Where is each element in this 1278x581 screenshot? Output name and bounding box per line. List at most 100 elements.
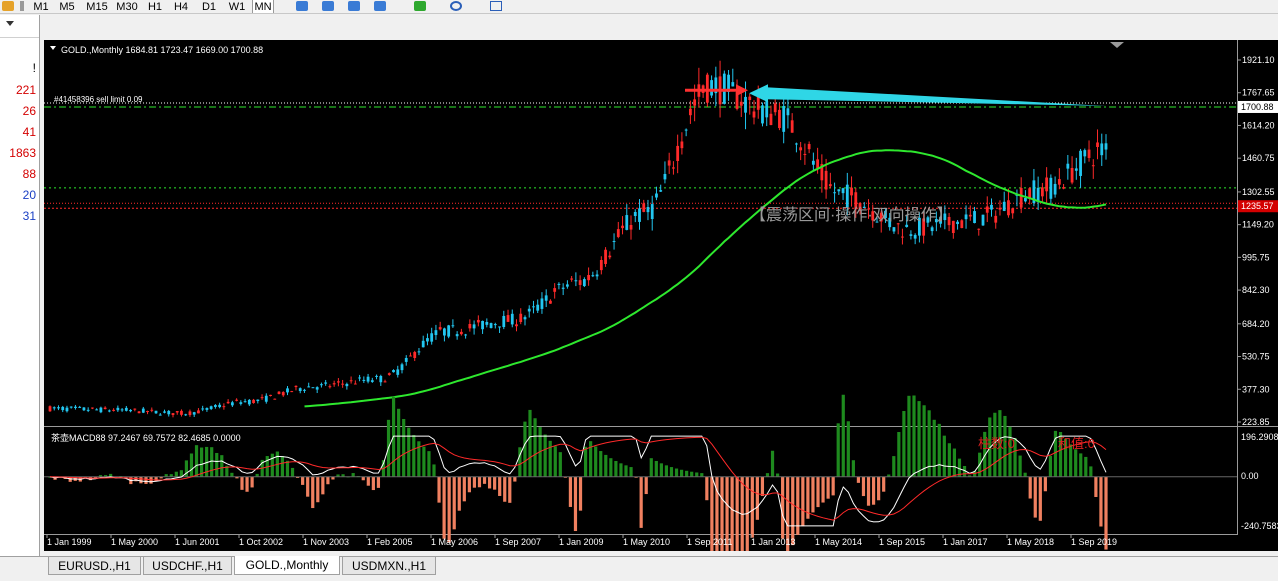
candle-body: [790, 120, 794, 133]
candle-body: [133, 408, 137, 410]
templates-icon[interactable]: [374, 1, 386, 11]
macd-histogram-bar: [614, 460, 618, 477]
add-indicator-icon[interactable]: [414, 1, 426, 11]
macd-histogram-bar: [1008, 426, 1012, 477]
macd-histogram-bar: [811, 476, 815, 513]
candle-body: [1049, 177, 1053, 199]
macd-histogram-bar: [912, 395, 916, 477]
macd-histogram-bar: [245, 476, 249, 492]
candle-body: [78, 406, 82, 408]
macd-histogram-bar: [871, 476, 876, 505]
macd-histogram-bar: [437, 476, 441, 503]
chart-candles-icon[interactable]: [322, 1, 334, 11]
zoom-icon[interactable]: [450, 1, 462, 11]
timeframe-mn[interactable]: MN: [252, 0, 274, 13]
candle-body: [816, 159, 820, 169]
macd-histogram-bar: [877, 476, 881, 501]
candle-body: [82, 407, 86, 411]
candle-body: [269, 394, 272, 397]
chart-window[interactable]: 1921.10 1767.65 1614.20 1460.75 1302.55 1149.…: [44, 40, 1278, 581]
folder-icon[interactable]: [2, 1, 14, 11]
chart-tab[interactable]: USDMXN.,H1: [342, 557, 436, 575]
candle-body: [1028, 188, 1032, 198]
timeframe-w1[interactable]: W1: [226, 0, 248, 13]
candle-body: [277, 391, 281, 394]
macd-histogram-bar: [316, 476, 320, 503]
chart-tab[interactable]: USDCHF.,H1: [143, 557, 232, 575]
chart-line-icon[interactable]: [348, 1, 360, 11]
chart-header: GOLD.,Monthly 1684.81 1723.47 1669.00 17…: [61, 45, 263, 55]
candle-body: [998, 207, 1002, 210]
candle-body: [400, 364, 404, 371]
macd-histogram-bar: [629, 467, 633, 477]
price-tick-label: 842.30: [1242, 285, 1270, 295]
macd-histogram-bar: [351, 473, 355, 477]
price-chart[interactable]: 1921.10 1767.65 1614.20 1460.75 1302.55 1149.…: [44, 40, 1278, 581]
candle-body: [778, 109, 781, 129]
candle-body: [1066, 163, 1070, 169]
timeframe-h4[interactable]: H4: [170, 0, 192, 13]
candle-body: [1011, 208, 1015, 214]
panel-value: 31: [22, 209, 36, 223]
candle-body: [642, 203, 646, 212]
macd-histogram-bar: [487, 476, 492, 489]
macd-histogram-bar: [174, 471, 178, 477]
candle-body: [107, 410, 111, 412]
macd-histogram-bar: [907, 395, 911, 477]
candle-body: [532, 306, 535, 308]
macd-histogram-bar: [821, 476, 825, 503]
macd-histogram-bar: [285, 460, 290, 477]
candle-body: [243, 401, 247, 403]
candle-body: [430, 333, 434, 342]
market-watch-panel: ! 221 26 41 1863 88 20 31: [0, 15, 40, 575]
macd-histogram-bar: [1038, 476, 1042, 521]
candle-body: [472, 324, 476, 329]
timeframe-m30[interactable]: M30: [114, 0, 140, 13]
candle-body: [688, 108, 692, 116]
date-tick-label: 1 Sep 2007: [495, 537, 541, 547]
price-badge-label: 1700.88: [1241, 102, 1274, 112]
chart-shift-marker[interactable]: [1110, 42, 1124, 48]
candle-body: [667, 160, 671, 166]
candle-body: [112, 409, 116, 411]
candles: [48, 60, 1108, 418]
candle-body: [345, 383, 349, 387]
timeframe-m15[interactable]: M15: [84, 0, 110, 13]
macd-histogram-bar: [917, 401, 921, 477]
date-tick-label: 1 Feb 2005: [367, 537, 413, 547]
timeframe-m5[interactable]: M5: [56, 0, 78, 13]
candle-body: [273, 398, 277, 400]
screenshot-icon[interactable]: [490, 1, 502, 11]
chart-tab[interactable]: GOLD.,Monthly: [234, 556, 340, 575]
macd-histogram-bar: [831, 476, 835, 496]
chart-tab[interactable]: EURUSD.,H1: [48, 557, 141, 575]
candle-body: [175, 411, 179, 413]
macd-histogram-bar: [644, 476, 648, 495]
candle-body: [86, 409, 90, 411]
date-tick-label: 1 Jan 2009: [559, 537, 604, 547]
candle-body: [413, 352, 417, 358]
dropdown-arrow-icon[interactable]: [6, 21, 14, 26]
macd-histogram-bar: [482, 476, 487, 484]
timeframe-h1[interactable]: H1: [144, 0, 166, 13]
candle-body: [990, 204, 993, 210]
candle-body: [417, 351, 421, 353]
candle-body: [290, 391, 294, 393]
macd-histogram-bar: [543, 434, 547, 477]
timeframe-d1[interactable]: D1: [198, 0, 220, 13]
macd-histogram-bar: [705, 476, 709, 501]
candle-body: [489, 323, 493, 328]
chart-bars-icon[interactable]: [296, 1, 308, 11]
candle-body: [451, 325, 455, 327]
price-tick-label: 377.30: [1242, 384, 1270, 394]
candle-body: [731, 82, 735, 87]
chart-menu-icon[interactable]: [50, 46, 56, 50]
candle-body: [307, 386, 311, 388]
level-lines: [44, 102, 1237, 209]
candle-body: [684, 129, 688, 131]
candle-body: [455, 334, 459, 337]
date-tick-label: 1 May 2010: [623, 537, 670, 547]
timeframe-m1[interactable]: M1: [30, 0, 52, 13]
macd-histogram-bar: [371, 476, 375, 491]
macd-histogram-bar: [1048, 455, 1053, 477]
